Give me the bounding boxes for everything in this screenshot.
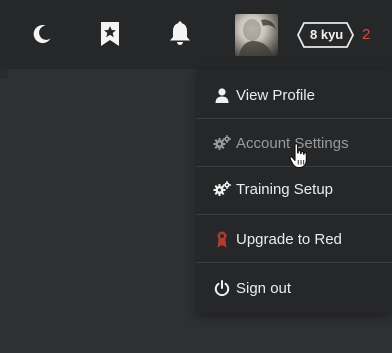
menu-item-label: Sign out: [236, 279, 292, 297]
moon-icon[interactable]: [24, 16, 60, 52]
menu-item-label: Upgrade to Red: [236, 230, 342, 248]
gears-icon: [213, 134, 231, 152]
menu-item-label: View Profile: [236, 86, 315, 104]
power-icon: [213, 279, 231, 297]
menu-item-view-profile[interactable]: View Profile: [196, 71, 392, 119]
nav-shadow: [0, 69, 8, 79]
top-navbar: 8 kyu 2: [0, 0, 392, 69]
bookmark-star-icon[interactable]: [92, 16, 128, 52]
bell-icon[interactable]: [162, 16, 198, 52]
menu-divider: [196, 262, 392, 263]
profile-dropdown-menu: View Profile Account Settings Training S…: [196, 69, 392, 313]
user-icon: [213, 86, 231, 104]
menu-item-upgrade-to-red[interactable]: Upgrade to Red: [196, 215, 392, 263]
ribbon-icon: [213, 230, 231, 248]
menu-item-training-setup[interactable]: Training Setup: [196, 165, 392, 213]
gears-icon: [213, 180, 231, 198]
menu-item-label: Account Settings: [236, 134, 349, 152]
honor-count[interactable]: 2: [362, 26, 370, 43]
rank-label: 8 kyu: [310, 27, 344, 42]
rank-badge[interactable]: 8 kyu: [297, 22, 356, 48]
menu-item-sign-out[interactable]: Sign out: [196, 264, 392, 312]
menu-item-label: Training Setup: [236, 180, 334, 198]
user-avatar[interactable]: [235, 14, 278, 56]
menu-item-account-settings[interactable]: Account Settings: [196, 119, 392, 167]
